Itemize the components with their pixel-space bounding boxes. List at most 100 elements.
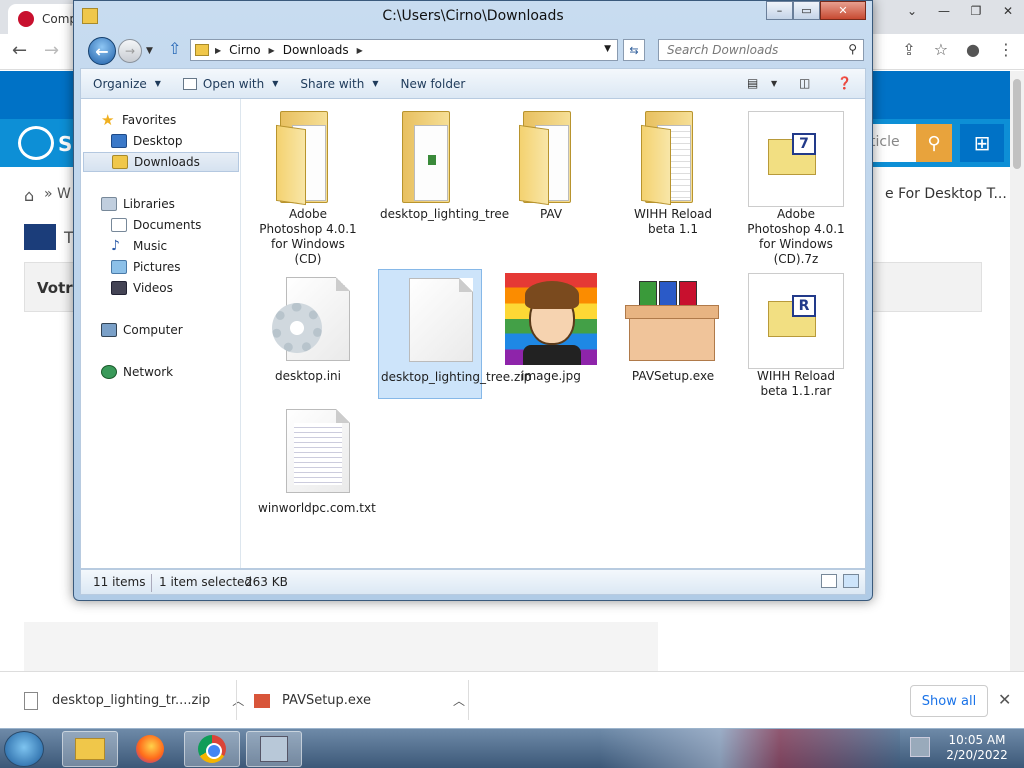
close-icon[interactable]: ✕ <box>998 690 1011 709</box>
file-label: desktop_lighting_tree.zip <box>381 370 532 384</box>
file-item[interactable]: image.jpg <box>499 269 603 399</box>
browser-back-icon[interactable]: ← <box>12 40 27 61</box>
nav-documents[interactable]: Documents <box>111 215 201 235</box>
nav-desktop[interactable]: Desktop <box>111 131 183 151</box>
taskbar-clock[interactable]: 10:05 AM 2/20/2022 <box>942 733 1012 763</box>
windows-logo-icon[interactable]: ⊞ <box>960 124 1004 162</box>
recent-pages-dropdown-icon[interactable]: ▼ <box>146 46 153 56</box>
file-item[interactable]: PAV <box>499 107 603 237</box>
folder-icon <box>392 111 468 203</box>
network-computer-icon <box>260 736 288 762</box>
libraries-icon <box>101 197 117 211</box>
chevron-down-icon[interactable]: ▼ <box>604 44 611 54</box>
large-icons-view-icon[interactable] <box>843 574 859 588</box>
browser-close-button[interactable]: ✕ <box>992 0 1024 22</box>
browser-minimize-button[interactable]: — <box>928 0 960 22</box>
network-tray-icon[interactable] <box>910 737 930 757</box>
open-with-button[interactable]: Open with ▼ <box>182 77 278 91</box>
browser-maximize-button[interactable]: ❐ <box>960 0 992 22</box>
nav-computer[interactable]: Computer <box>101 320 183 340</box>
file-item[interactable]: desktop_lighting_tree <box>378 107 509 237</box>
share-icon[interactable]: ⇪ <box>902 40 915 59</box>
nav-libraries[interactable]: Libraries <box>101 194 175 214</box>
chevron-down-icon: ▼ <box>154 79 161 88</box>
maximize-button[interactable]: ▭ <box>793 1 820 20</box>
text-file-icon <box>270 405 350 497</box>
taskbar: 10:05 AM 2/20/2022 <box>0 728 1024 768</box>
taskbar-network-app-button[interactable] <box>246 731 302 767</box>
profile-avatar-icon[interactable]: ● <box>966 40 980 59</box>
breadcrumb-right[interactable]: e For Desktop T... <box>885 186 1007 202</box>
file-item[interactable]: WIHH Reload beta 1.1 <box>621 107 725 237</box>
clock-date: 2/20/2022 <box>946 748 1008 762</box>
file-item[interactable]: R WIHH Reload beta 1.1.rar <box>744 269 848 399</box>
taskbar-chrome-button[interactable] <box>184 731 240 767</box>
chevron-up-icon[interactable]: ︿ <box>453 692 465 709</box>
nav-videos[interactable]: Videos <box>111 278 173 298</box>
share-with-button[interactable]: Share with ▼ <box>300 77 378 91</box>
wallpaper-strip <box>600 729 900 768</box>
nav-downloads[interactable]: Downloads <box>83 152 239 172</box>
forward-arrow-icon[interactable]: → <box>118 39 142 63</box>
details-view-icon[interactable] <box>821 574 837 588</box>
nav-label: Music <box>133 239 168 253</box>
file-item[interactable]: 7 Adobe Photoshop 4.0.1 for Windows (CD)… <box>744 107 848 266</box>
firefox-icon <box>136 735 164 763</box>
tab-favicon-icon <box>18 11 34 27</box>
minimize-button[interactable]: – <box>766 1 793 20</box>
site-search-icon[interactable]: ⚲ <box>916 124 952 162</box>
chevron-right-icon[interactable]: ▶ <box>357 46 363 55</box>
tab-title: Comp <box>42 12 78 26</box>
page-scrollbar[interactable] <box>1010 71 1024 671</box>
change-view-icon[interactable]: ▤ <box>747 76 758 90</box>
divider <box>468 680 469 720</box>
downloads-folder-icon <box>112 155 128 169</box>
rar-archive-icon: R <box>748 273 844 369</box>
nav-music[interactable]: ♪ Music <box>111 236 167 256</box>
file-label: desktop.ini <box>275 369 341 383</box>
preview-pane-icon[interactable]: ◫ <box>799 76 810 90</box>
search-icon[interactable]: ⚲ <box>848 42 857 56</box>
file-item[interactable]: Adobe Photoshop 4.0.1 for Windows (CD) <box>256 107 360 266</box>
home-icon[interactable]: ⌂ <box>24 186 34 205</box>
search-input[interactable]: Search Downloads ⚲ <box>658 39 864 61</box>
scrollbar-thumb[interactable] <box>1013 79 1021 169</box>
taskbar-explorer-button[interactable] <box>62 731 118 767</box>
browser-menu-icon[interactable]: ⋮ <box>998 40 1014 59</box>
taskbar-firefox-button[interactable] <box>122 731 178 767</box>
chevron-up-icon[interactable]: ︿ <box>232 692 244 709</box>
start-button-icon[interactable] <box>4 731 44 767</box>
close-button[interactable]: ✕ <box>820 1 866 20</box>
browser-window-controls: ⌄ — ❐ ✕ <box>896 0 1024 22</box>
address-segment-cirno[interactable]: Cirno <box>229 43 260 57</box>
breadcrumb-left[interactable]: » W <box>44 186 71 202</box>
download-item[interactable]: PAVSetup.exe ︿ <box>254 672 465 729</box>
browser-tab-search-icon[interactable]: ⌄ <box>896 0 928 22</box>
view-dropdown-icon[interactable]: ▼ <box>771 79 777 88</box>
new-folder-button[interactable]: New folder <box>400 77 465 91</box>
address-segment-downloads[interactable]: Downloads <box>283 43 349 57</box>
up-arrow-icon[interactable]: ⇧ <box>168 39 181 58</box>
file-item[interactable]: desktop.ini <box>256 269 360 399</box>
nav-network[interactable]: Network <box>101 362 173 382</box>
file-item[interactable]: winworldpc.com.txt <box>256 401 376 531</box>
file-item[interactable]: PAVSetup.exe <box>621 269 725 399</box>
site-logo-icon[interactable] <box>18 126 54 160</box>
chevron-right-icon[interactable]: ▶ <box>269 46 275 55</box>
back-arrow-icon[interactable]: ← <box>88 37 116 65</box>
address-bar[interactable]: ▶ Cirno ▶ Downloads ▶ ▼ <box>190 39 618 61</box>
7z-archive-icon: 7 <box>748 111 844 207</box>
download-item[interactable]: desktop_lighting_tr....zip ︿ <box>24 672 244 729</box>
help-icon[interactable]: ❓ <box>837 76 852 90</box>
bookmark-star-icon[interactable]: ☆ <box>934 40 948 59</box>
refresh-icon[interactable]: ⇆ <box>623 39 645 61</box>
nav-favorites[interactable]: ★ Favorites <box>101 110 176 130</box>
file-item-selected[interactable]: desktop_lighting_tree.zip <box>378 269 532 399</box>
nav-label: Documents <box>133 218 202 232</box>
download-shelf: desktop_lighting_tr....zip ︿ PAVSetup.ex… <box>0 671 1024 728</box>
show-all-button[interactable]: Show all <box>910 685 988 717</box>
browser-forward-icon[interactable]: → <box>44 40 59 61</box>
nav-pictures[interactable]: Pictures <box>111 257 181 277</box>
chevron-right-icon[interactable]: ▶ <box>215 46 221 55</box>
organize-button[interactable]: Organize ▼ <box>93 77 161 91</box>
